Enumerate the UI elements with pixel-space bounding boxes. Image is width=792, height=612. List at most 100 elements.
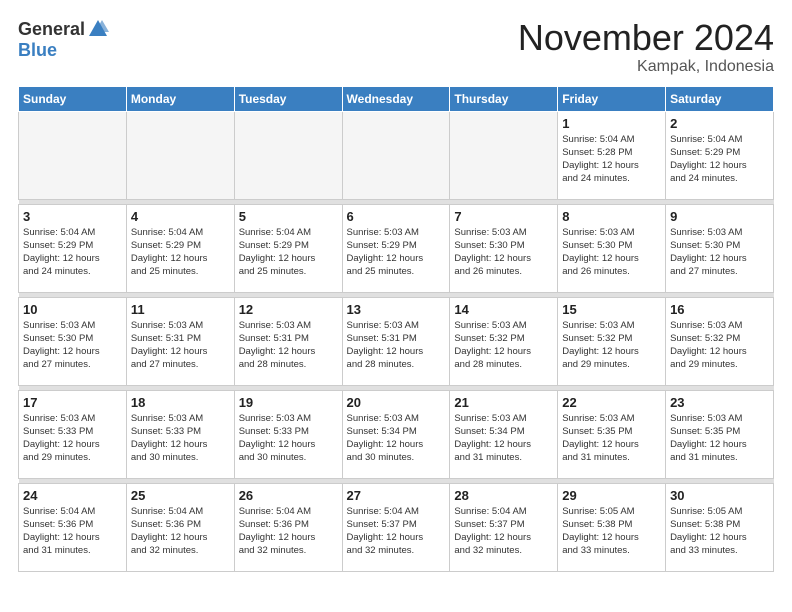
calendar-cell-w4-d2: 19 Sunrise: 5:03 AM Sunset: 5:33 PM Dayli… (234, 390, 342, 478)
day-info: Sunrise: 5:03 AM Sunset: 5:31 PM Dayligh… (131, 319, 230, 372)
calendar-cell-w1-d4 (450, 111, 558, 199)
day-info: Sunrise: 5:04 AM Sunset: 5:28 PM Dayligh… (562, 133, 661, 186)
calendar-cell-w3-d0: 10Sunrise: 5:03 AM Sunset: 5:30 PM Dayli… (19, 297, 127, 385)
day-number: 30 (670, 488, 769, 503)
day-info: Sunrise: 5:03 AM Sunset: 5:32 PM Dayligh… (454, 319, 553, 372)
page: General Blue November 2024 Kampak, Indon… (0, 0, 792, 612)
day-info: Sunrise: 5:03 AM Sunset: 5:32 PM Dayligh… (670, 319, 769, 372)
day-info: Sunrise: 5:03 AM Sunset: 5:30 PM Dayligh… (562, 226, 661, 279)
day-info: Sunrise: 5:04 AM Sunset: 5:37 PM Dayligh… (347, 505, 446, 558)
day-number: 17 (23, 395, 122, 410)
calendar-cell-w2-d1: 4Sunrise: 5:04 AM Sunset: 5:29 PM Daylig… (126, 204, 234, 292)
day-number: 11 (131, 302, 230, 317)
day-number: 25 (131, 488, 230, 503)
calendar-cell-w5-d5: 29Sunrise: 5:05 AM Sunset: 5:38 PM Dayli… (558, 483, 666, 571)
week-row-4: 17 Sunrise: 5:03 AM Sunset: 5:33 PM Dayli… (19, 390, 774, 478)
calendar-cell-w1-d6: 2 Sunrise: 5:04 AM Sunset: 5:29 PM Daylig… (666, 111, 774, 199)
calendar-cell-w5-d4: 28 Sunrise: 5:04 AM Sunset: 5:37 PM Dayli… (450, 483, 558, 571)
day-number: 12 (239, 302, 338, 317)
calendar-cell-w3-d3: 13 Sunrise: 5:03 AM Sunset: 5:31 PM Dayli… (342, 297, 450, 385)
week-row-2: 3 Sunrise: 5:04 AM Sunset: 5:29 PM Daylig… (19, 204, 774, 292)
header-thursday: Thursday (450, 86, 558, 111)
logo: General Blue (18, 18, 109, 61)
week-row-3: 10Sunrise: 5:03 AM Sunset: 5:30 PM Dayli… (19, 297, 774, 385)
calendar-cell-w1-d3 (342, 111, 450, 199)
calendar-cell-w4-d4: 21Sunrise: 5:03 AM Sunset: 5:34 PM Dayli… (450, 390, 558, 478)
week-row-5: 24 Sunrise: 5:04 AM Sunset: 5:36 PM Dayli… (19, 483, 774, 571)
day-info: Sunrise: 5:03 AM Sunset: 5:30 PM Dayligh… (454, 226, 553, 279)
calendar-cell-w5-d3: 27Sunrise: 5:04 AM Sunset: 5:37 PM Dayli… (342, 483, 450, 571)
day-number: 10 (23, 302, 122, 317)
header-friday: Friday (558, 86, 666, 111)
day-info: Sunrise: 5:03 AM Sunset: 5:33 PM Dayligh… (239, 412, 338, 465)
day-info: Sunrise: 5:03 AM Sunset: 5:31 PM Dayligh… (347, 319, 446, 372)
calendar-cell-w3-d6: 16 Sunrise: 5:03 AM Sunset: 5:32 PM Dayli… (666, 297, 774, 385)
day-info: Sunrise: 5:04 AM Sunset: 5:29 PM Dayligh… (670, 133, 769, 186)
month-title: November 2024 (518, 18, 774, 58)
logo-general-text: General (18, 19, 85, 40)
calendar-cell-w1-d0 (19, 111, 127, 199)
day-number: 16 (670, 302, 769, 317)
day-number: 23 (670, 395, 769, 410)
header: General Blue November 2024 Kampak, Indon… (18, 18, 774, 76)
day-number: 13 (347, 302, 446, 317)
day-info: Sunrise: 5:03 AM Sunset: 5:32 PM Dayligh… (562, 319, 661, 372)
day-info: Sunrise: 5:04 AM Sunset: 5:36 PM Dayligh… (23, 505, 122, 558)
day-number: 19 (239, 395, 338, 410)
day-number: 20 (347, 395, 446, 410)
week-row-1: 1 Sunrise: 5:04 AM Sunset: 5:28 PM Daylig… (19, 111, 774, 199)
day-info: Sunrise: 5:03 AM Sunset: 5:29 PM Dayligh… (347, 226, 446, 279)
day-number: 5 (239, 209, 338, 224)
header-wednesday: Wednesday (342, 86, 450, 111)
day-info: Sunrise: 5:03 AM Sunset: 5:34 PM Dayligh… (347, 412, 446, 465)
calendar-cell-w5-d2: 26 Sunrise: 5:04 AM Sunset: 5:36 PM Dayli… (234, 483, 342, 571)
day-number: 9 (670, 209, 769, 224)
day-info: Sunrise: 5:03 AM Sunset: 5:35 PM Dayligh… (562, 412, 661, 465)
calendar-cell-w2-d4: 7Sunrise: 5:03 AM Sunset: 5:30 PM Daylig… (450, 204, 558, 292)
day-number: 4 (131, 209, 230, 224)
logo-icon (87, 18, 109, 40)
day-number: 24 (23, 488, 122, 503)
day-info: Sunrise: 5:04 AM Sunset: 5:36 PM Dayligh… (131, 505, 230, 558)
calendar-cell-w3-d5: 15Sunrise: 5:03 AM Sunset: 5:32 PM Dayli… (558, 297, 666, 385)
title-section: November 2024 Kampak, Indonesia (518, 18, 774, 76)
day-number: 14 (454, 302, 553, 317)
day-number: 28 (454, 488, 553, 503)
day-info: Sunrise: 5:03 AM Sunset: 5:33 PM Dayligh… (23, 412, 122, 465)
calendar-cell-w3-d4: 14 Sunrise: 5:03 AM Sunset: 5:32 PM Dayli… (450, 297, 558, 385)
header-tuesday: Tuesday (234, 86, 342, 111)
day-info: Sunrise: 5:04 AM Sunset: 5:36 PM Dayligh… (239, 505, 338, 558)
calendar-cell-w5-d1: 25 Sunrise: 5:04 AM Sunset: 5:36 PM Dayli… (126, 483, 234, 571)
day-number: 3 (23, 209, 122, 224)
calendar-cell-w1-d5: 1 Sunrise: 5:04 AM Sunset: 5:28 PM Daylig… (558, 111, 666, 199)
header-monday: Monday (126, 86, 234, 111)
day-number: 26 (239, 488, 338, 503)
calendar-cell-w2-d2: 5 Sunrise: 5:04 AM Sunset: 5:29 PM Daylig… (234, 204, 342, 292)
weekday-header-row: Sunday Monday Tuesday Wednesday Thursday… (19, 86, 774, 111)
day-info: Sunrise: 5:05 AM Sunset: 5:38 PM Dayligh… (670, 505, 769, 558)
calendar-cell-w4-d5: 22Sunrise: 5:03 AM Sunset: 5:35 PM Dayli… (558, 390, 666, 478)
day-number: 2 (670, 116, 769, 131)
day-number: 8 (562, 209, 661, 224)
day-info: Sunrise: 5:03 AM Sunset: 5:31 PM Dayligh… (239, 319, 338, 372)
calendar-cell-w2-d0: 3 Sunrise: 5:04 AM Sunset: 5:29 PM Daylig… (19, 204, 127, 292)
day-info: Sunrise: 5:03 AM Sunset: 5:33 PM Dayligh… (131, 412, 230, 465)
day-info: Sunrise: 5:03 AM Sunset: 5:35 PM Dayligh… (670, 412, 769, 465)
calendar-cell-w2-d6: 9 Sunrise: 5:03 AM Sunset: 5:30 PM Daylig… (666, 204, 774, 292)
day-info: Sunrise: 5:03 AM Sunset: 5:30 PM Dayligh… (670, 226, 769, 279)
calendar-cell-w5-d6: 30 Sunrise: 5:05 AM Sunset: 5:38 PM Dayli… (666, 483, 774, 571)
day-number: 6 (347, 209, 446, 224)
logo-blue-text: Blue (18, 40, 57, 61)
calendar: Sunday Monday Tuesday Wednesday Thursday… (18, 86, 774, 572)
day-info: Sunrise: 5:04 AM Sunset: 5:29 PM Dayligh… (239, 226, 338, 279)
header-saturday: Saturday (666, 86, 774, 111)
day-info: Sunrise: 5:05 AM Sunset: 5:38 PM Dayligh… (562, 505, 661, 558)
calendar-cell-w5-d0: 24 Sunrise: 5:04 AM Sunset: 5:36 PM Dayli… (19, 483, 127, 571)
day-info: Sunrise: 5:04 AM Sunset: 5:29 PM Dayligh… (23, 226, 122, 279)
calendar-cell-w4-d1: 18Sunrise: 5:03 AM Sunset: 5:33 PM Dayli… (126, 390, 234, 478)
header-sunday: Sunday (19, 86, 127, 111)
day-info: Sunrise: 5:04 AM Sunset: 5:37 PM Dayligh… (454, 505, 553, 558)
calendar-cell-w1-d1 (126, 111, 234, 199)
calendar-cell-w3-d2: 12 Sunrise: 5:03 AM Sunset: 5:31 PM Dayli… (234, 297, 342, 385)
day-number: 1 (562, 116, 661, 131)
